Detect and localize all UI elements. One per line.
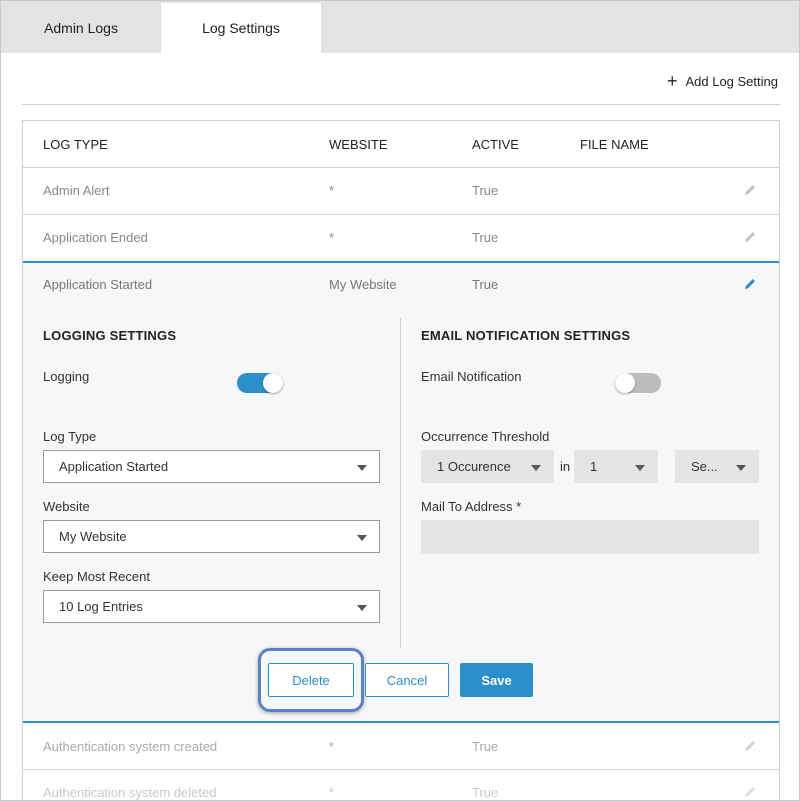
tab-log-settings[interactable]: Log Settings: [161, 3, 321, 53]
log-settings-table: LOG TYPE WEBSITE ACTIVE FILE NAME Admin …: [22, 120, 780, 800]
keep-most-recent-select[interactable]: 10 Log Entries: [43, 590, 380, 623]
website-label: Website: [43, 499, 90, 514]
plus-icon: +: [666, 71, 678, 91]
chevron-down-icon: [357, 465, 367, 471]
tab-label: Log Settings: [202, 20, 280, 36]
chevron-down-icon: [635, 465, 645, 471]
column-header-file-name: FILE NAME: [580, 137, 649, 152]
chevron-down-icon: [531, 465, 541, 471]
cell-log-type: Application Ended: [43, 230, 148, 245]
save-label: Save: [481, 672, 512, 688]
cell-website: *: [329, 230, 335, 245]
delete-button[interactable]: Delete: [268, 663, 354, 697]
keep-most-recent-label: Keep Most Recent: [43, 569, 150, 584]
toggle-knob: [615, 373, 635, 393]
email-notification-label: Email Notification: [421, 369, 522, 384]
column-header-website: WEBSITE: [329, 137, 388, 152]
table-header: LOG TYPE WEBSITE ACTIVE FILE NAME: [23, 121, 779, 168]
tab-admin-logs[interactable]: Admin Logs: [3, 3, 159, 53]
pencil-edit-icon[interactable]: [743, 739, 757, 753]
time-unit-value: Se...: [691, 459, 718, 474]
pencil-edit-icon[interactable]: [743, 183, 757, 197]
cell-log-type: Authentication system created: [43, 739, 218, 754]
column-header-active: ACTIVE: [472, 137, 519, 152]
section-divider: [400, 318, 401, 648]
mail-to-address-label: Mail To Address *: [421, 499, 522, 514]
cell-log-type: Admin Alert: [43, 183, 110, 198]
chevron-down-icon: [357, 605, 367, 611]
cancel-label: Cancel: [386, 672, 428, 688]
email-notification-toggle[interactable]: [615, 373, 661, 393]
save-button[interactable]: Save: [460, 663, 533, 697]
table-row[interactable]: Authentication system created * True: [23, 723, 779, 770]
email-settings-title: EMAIL NOTIFICATION SETTINGS: [421, 328, 631, 343]
cell-website: *: [329, 183, 335, 198]
tab-bar: Admin Logs Log Settings: [1, 1, 799, 53]
logging-label: Logging: [43, 369, 90, 384]
table-row[interactable]: Admin Alert * True: [23, 168, 779, 215]
add-log-setting-button[interactable]: + Add Log Setting: [667, 71, 778, 91]
expanded-row-editor: Application Started My Website True LOGG…: [23, 261, 779, 723]
delete-label: Delete: [292, 672, 330, 688]
add-log-setting-label: Add Log Setting: [685, 73, 778, 89]
cell-active: True: [472, 785, 499, 800]
occurrence-select[interactable]: 1 Occurence: [421, 450, 554, 483]
occurrence-threshold-label: Occurrence Threshold: [421, 429, 550, 444]
chevron-down-icon: [736, 465, 746, 471]
logging-toggle[interactable]: [237, 373, 283, 393]
table-row[interactable]: Application Ended * True: [23, 215, 779, 262]
logging-settings-title: LOGGING SETTINGS: [43, 328, 177, 343]
log-type-select[interactable]: Application Started: [43, 450, 380, 483]
keep-most-recent-value: 10 Log Entries: [59, 599, 143, 614]
log-type-value: Application Started: [59, 459, 169, 474]
count-select[interactable]: 1: [574, 450, 658, 483]
pencil-edit-icon[interactable]: [743, 277, 757, 291]
tab-label: Admin Logs: [44, 20, 118, 36]
website-value: My Website: [59, 529, 127, 544]
pencil-edit-icon[interactable]: [743, 230, 757, 244]
chevron-down-icon: [357, 535, 367, 541]
table-row[interactable]: Authentication system deleted * True: [23, 770, 779, 800]
column-header-log-type: LOG TYPE: [43, 137, 108, 152]
cell-website: *: [329, 785, 335, 800]
in-label: in: [560, 459, 571, 474]
cell-active: True: [472, 277, 499, 292]
cell-website: *: [329, 739, 335, 754]
cell-log-type: Authentication system deleted: [43, 785, 217, 800]
pencil-edit-icon[interactable]: [743, 785, 757, 799]
toggle-knob: [263, 373, 283, 393]
cell-log-type: Application Started: [43, 277, 153, 292]
occurrence-value: 1 Occurence: [437, 459, 511, 474]
cell-active: True: [472, 183, 499, 198]
cell-website: My Website: [329, 277, 397, 292]
cell-active: True: [472, 230, 499, 245]
cancel-button[interactable]: Cancel: [365, 663, 449, 697]
log-settings-window: Admin Logs Log Settings + Add Log Settin…: [0, 0, 800, 801]
cell-active: True: [472, 739, 499, 754]
website-select[interactable]: My Website: [43, 520, 380, 553]
log-type-label: Log Type: [43, 429, 97, 444]
divider: [22, 104, 780, 105]
mail-to-address-input[interactable]: [421, 520, 759, 554]
time-unit-select[interactable]: Se...: [675, 450, 759, 483]
expanded-row-header[interactable]: Application Started My Website True: [23, 263, 779, 307]
count-value: 1: [590, 459, 598, 474]
